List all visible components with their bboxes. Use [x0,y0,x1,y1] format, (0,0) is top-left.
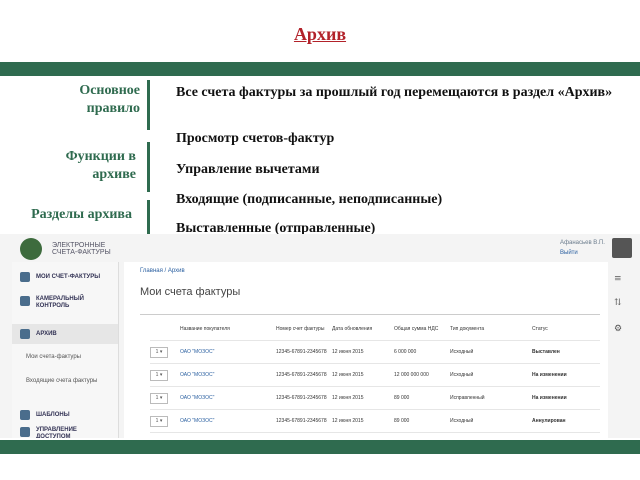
col-header[interactable]: Дата обновления [332,318,394,341]
slide-title: Архив [293,24,347,44]
main-panel: Главная / Архив Мои счета фактуры Назван… [124,262,608,438]
sidebar-item-archive[interactable]: АРХИВ [12,324,118,344]
logo-icon [20,238,42,260]
invoice-table: Название покупателя Номер счет фактуры Д… [150,318,600,433]
sidebar-item-invoices[interactable]: МОИ СЧЕТ-ФАКТУРЫ [12,270,118,288]
row-select[interactable]: 1 ▾ [150,346,168,358]
table-row[interactable]: 1 ▾ ОАО "МОЗОС" 12345-67891-2345678 12 и… [150,386,600,410]
label-main-rule: Основное правило [79,83,140,116]
row-select[interactable]: 1 ▾ [150,392,168,404]
control-icon [20,296,30,306]
sidebar: МОИ СЧЕТ-ФАКТУРЫ КАМЕРАЛЬНЫЙ КОНТРОЛЬ АР… [12,262,119,438]
main-rule-text: Все счета фактуры за прошлый год перемещ… [176,85,613,100]
breadcrumb-archive[interactable]: Архив [168,268,185,274]
divider [140,314,600,315]
logout-link[interactable]: Выйти [560,250,578,256]
avatar[interactable] [612,238,632,258]
label-functions: Функции в архиве [65,149,136,182]
col-header[interactable]: Статус [532,318,600,341]
col-header[interactable]: Тип документа [450,318,532,341]
breadcrumb: Главная / Архив [140,268,185,274]
sidebar-subitem-incoming[interactable]: Входящие счета фактуры [12,378,118,390]
label-sections: Разделы архива [31,207,132,222]
access-icon [20,427,30,437]
gear-icon[interactable]: ⚙ [614,324,622,334]
sidebar-item-access[interactable]: УПРАВЛЕНИЕ ДОСТУПОМ [12,426,118,438]
templates-icon [20,410,30,420]
table-row[interactable]: 1 ▾ ОАО "МОЗОС" 12345-67891-2345678 12 и… [150,340,600,364]
col-header[interactable]: Общая сумма НДС [394,318,450,341]
app-screenshot: ЭЛЕКТРОННЫЕ СЧЕТА-ФАКТУРЫ Афанасьев В.П.… [0,234,640,438]
page-title: Мои счета фактуры [140,286,241,298]
row-select[interactable]: 1 ▾ [150,415,168,427]
top-band [0,62,640,76]
function-view: Просмотр счетов-фактур [176,131,335,146]
bottom-band [0,440,640,454]
sort-icon[interactable]: ⇅ [614,298,622,308]
sidebar-subitem-my-invoices[interactable]: Мои счета-фактуры [12,354,118,366]
section-incoming: Входящие (подписанные, неподписанные) [176,192,443,207]
divider-bar [147,142,150,192]
col-header[interactable]: Название покупателя [180,318,276,341]
row-select[interactable]: 1 ▾ [150,369,168,381]
col-header[interactable]: Номер счет фактуры [276,318,332,341]
divider-bar [147,80,150,130]
table-row[interactable]: 1 ▾ ОАО "МОЗОС" 12345-67891-2345678 12 и… [150,363,600,387]
brand-name: ЭЛЕКТРОННЫЕ СЧЕТА-ФАКТУРЫ [52,242,111,256]
archive-icon [20,329,30,339]
table-row[interactable]: 1 ▾ ОАО "МОЗОС" 12345-67891-2345678 12 и… [150,409,600,433]
sidebar-item-control[interactable]: КАМЕРАЛЬНЫЙ КОНТРОЛЬ [12,294,118,316]
user-name[interactable]: Афанасьев В.П. [560,240,605,246]
sidebar-item-templates[interactable]: ШАБЛОНЫ [12,408,118,422]
function-deductions: Управление вычетами [176,162,320,177]
menu-icon[interactable]: ≡ [614,274,622,284]
invoice-icon [20,272,30,282]
breadcrumb-home[interactable]: Главная [140,268,163,274]
